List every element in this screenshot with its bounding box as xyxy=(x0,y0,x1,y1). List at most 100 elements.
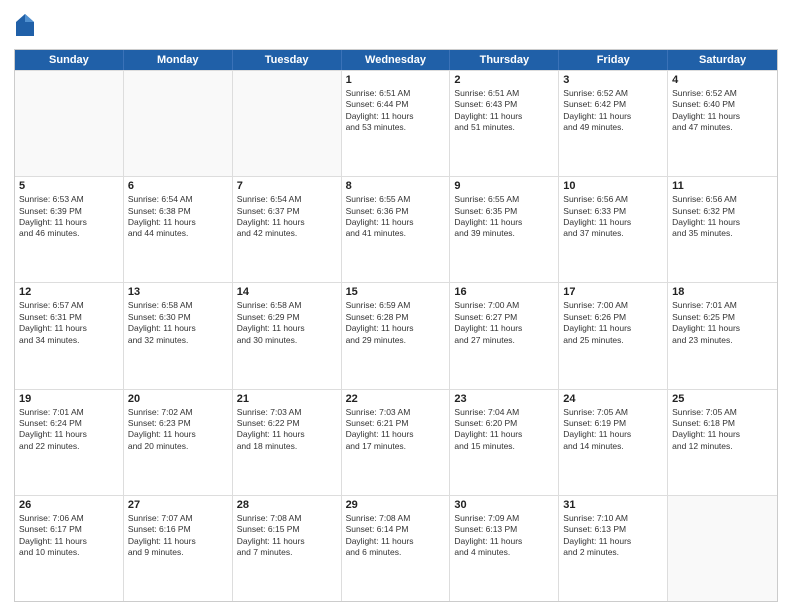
cell-info: Sunrise: 7:07 AM Sunset: 6:16 PM Dayligh… xyxy=(128,513,228,559)
calendar-row-0: 1 Sunrise: 6:51 AM Sunset: 6:44 PM Daylig… xyxy=(15,70,777,176)
day-number: 18 xyxy=(672,286,773,298)
calendar-header: SundayMondayTuesdayWednesdayThursdayFrid… xyxy=(15,50,777,70)
cell-info: Sunrise: 6:54 AM Sunset: 6:37 PM Dayligh… xyxy=(237,194,337,240)
cell-info: Sunrise: 7:08 AM Sunset: 6:14 PM Dayligh… xyxy=(346,513,446,559)
calendar-cell-26: 26 Sunrise: 7:06 AM Sunset: 6:17 PM Dayli… xyxy=(15,496,124,601)
calendar-cell-8: 8 Sunrise: 6:55 AM Sunset: 6:36 PM Daylig… xyxy=(342,177,451,282)
day-number: 15 xyxy=(346,286,446,298)
cell-info: Sunrise: 7:06 AM Sunset: 6:17 PM Dayligh… xyxy=(19,513,119,559)
cell-info: Sunrise: 7:05 AM Sunset: 6:18 PM Dayligh… xyxy=(672,407,773,453)
day-number: 2 xyxy=(454,74,554,86)
weekday-header-sunday: Sunday xyxy=(15,50,124,70)
calendar-cell-empty-0-2 xyxy=(233,71,342,176)
cell-info: Sunrise: 7:01 AM Sunset: 6:25 PM Dayligh… xyxy=(672,300,773,346)
calendar-cell-21: 21 Sunrise: 7:03 AM Sunset: 6:22 PM Dayli… xyxy=(233,390,342,495)
calendar-cell-17: 17Sunrise: 7:00 AM Sunset: 6:26 PM Dayli… xyxy=(559,283,668,388)
cell-info: Sunrise: 7:00 AM Sunset: 6:27 PM Dayligh… xyxy=(454,300,554,346)
cell-info: Sunrise: 7:04 AM Sunset: 6:20 PM Dayligh… xyxy=(454,407,554,453)
day-number: 4 xyxy=(672,74,773,86)
calendar-cell-empty-0-1 xyxy=(124,71,233,176)
calendar-cell-13: 13Sunrise: 6:58 AM Sunset: 6:30 PM Dayli… xyxy=(124,283,233,388)
calendar-cell-12: 12 Sunrise: 6:57 AM Sunset: 6:31 PM Dayli… xyxy=(15,283,124,388)
day-number: 12 xyxy=(19,286,119,298)
calendar-cell-empty-4-6 xyxy=(668,496,777,601)
calendar-cell-23: 23 Sunrise: 7:04 AM Sunset: 6:20 PM Dayli… xyxy=(450,390,559,495)
weekday-header-tuesday: Tuesday xyxy=(233,50,342,70)
cell-info: Sunrise: 6:57 AM Sunset: 6:31 PM Dayligh… xyxy=(19,300,119,346)
weekday-header-saturday: Saturday xyxy=(668,50,777,70)
day-number: 9 xyxy=(454,180,554,192)
weekday-header-thursday: Thursday xyxy=(450,50,559,70)
cell-info: Sunrise: 7:02 AM Sunset: 6:23 PM Dayligh… xyxy=(128,407,228,453)
cell-info: Sunrise: 7:03 AM Sunset: 6:22 PM Dayligh… xyxy=(237,407,337,453)
day-number: 28 xyxy=(237,499,337,511)
cell-info: Sunrise: 7:05 AM Sunset: 6:19 PM Dayligh… xyxy=(563,407,663,453)
cell-info: Sunrise: 6:55 AM Sunset: 6:35 PM Dayligh… xyxy=(454,194,554,240)
day-number: 29 xyxy=(346,499,446,511)
calendar-cell-3: 3Sunrise: 6:52 AM Sunset: 6:42 PM Daylig… xyxy=(559,71,668,176)
calendar-cell-16: 16Sunrise: 7:00 AM Sunset: 6:27 PM Dayli… xyxy=(450,283,559,388)
day-number: 13 xyxy=(128,286,228,298)
calendar-body: 1 Sunrise: 6:51 AM Sunset: 6:44 PM Daylig… xyxy=(15,70,777,601)
calendar-row-2: 12 Sunrise: 6:57 AM Sunset: 6:31 PM Dayli… xyxy=(15,282,777,388)
calendar-cell-11: 11 Sunrise: 6:56 AM Sunset: 6:32 PM Dayli… xyxy=(668,177,777,282)
calendar-cell-22: 22 Sunrise: 7:03 AM Sunset: 6:21 PM Dayli… xyxy=(342,390,451,495)
cell-info: Sunrise: 7:03 AM Sunset: 6:21 PM Dayligh… xyxy=(346,407,446,453)
calendar-cell-28: 28Sunrise: 7:08 AM Sunset: 6:15 PM Dayli… xyxy=(233,496,342,601)
calendar-cell-2: 2 Sunrise: 6:51 AM Sunset: 6:43 PM Daylig… xyxy=(450,71,559,176)
cell-info: Sunrise: 6:56 AM Sunset: 6:32 PM Dayligh… xyxy=(672,194,773,240)
day-number: 11 xyxy=(672,180,773,192)
day-number: 19 xyxy=(19,393,119,405)
calendar-row-1: 5 Sunrise: 6:53 AM Sunset: 6:39 PM Daylig… xyxy=(15,176,777,282)
cell-info: Sunrise: 6:52 AM Sunset: 6:42 PM Dayligh… xyxy=(563,88,663,134)
day-number: 8 xyxy=(346,180,446,192)
calendar-cell-18: 18 Sunrise: 7:01 AM Sunset: 6:25 PM Dayli… xyxy=(668,283,777,388)
calendar: SundayMondayTuesdayWednesdayThursdayFrid… xyxy=(14,49,778,602)
weekday-header-wednesday: Wednesday xyxy=(342,50,451,70)
day-number: 1 xyxy=(346,74,446,86)
cell-info: Sunrise: 6:55 AM Sunset: 6:36 PM Dayligh… xyxy=(346,194,446,240)
calendar-cell-empty-0-0 xyxy=(15,71,124,176)
day-number: 10 xyxy=(563,180,663,192)
calendar-cell-25: 25 Sunrise: 7:05 AM Sunset: 6:18 PM Dayli… xyxy=(668,390,777,495)
calendar-cell-10: 10 Sunrise: 6:56 AM Sunset: 6:33 PM Dayli… xyxy=(559,177,668,282)
day-number: 30 xyxy=(454,499,554,511)
cell-info: Sunrise: 6:51 AM Sunset: 6:43 PM Dayligh… xyxy=(454,88,554,134)
day-number: 22 xyxy=(346,393,446,405)
day-number: 26 xyxy=(19,499,119,511)
calendar-cell-14: 14 Sunrise: 6:58 AM Sunset: 6:29 PM Dayli… xyxy=(233,283,342,388)
day-number: 27 xyxy=(128,499,228,511)
day-number: 25 xyxy=(672,393,773,405)
calendar-cell-1: 1 Sunrise: 6:51 AM Sunset: 6:44 PM Daylig… xyxy=(342,71,451,176)
calendar-cell-20: 20Sunrise: 7:02 AM Sunset: 6:23 PM Dayli… xyxy=(124,390,233,495)
cell-info: Sunrise: 6:59 AM Sunset: 6:28 PM Dayligh… xyxy=(346,300,446,346)
calendar-cell-7: 7 Sunrise: 6:54 AM Sunset: 6:37 PM Daylig… xyxy=(233,177,342,282)
calendar-cell-19: 19 Sunrise: 7:01 AM Sunset: 6:24 PM Dayli… xyxy=(15,390,124,495)
header xyxy=(14,10,778,41)
cell-info: Sunrise: 6:58 AM Sunset: 6:29 PM Dayligh… xyxy=(237,300,337,346)
weekday-header-monday: Monday xyxy=(124,50,233,70)
cell-info: Sunrise: 6:56 AM Sunset: 6:33 PM Dayligh… xyxy=(563,194,663,240)
calendar-cell-5: 5 Sunrise: 6:53 AM Sunset: 6:39 PM Daylig… xyxy=(15,177,124,282)
day-number: 5 xyxy=(19,180,119,192)
calendar-cell-29: 29 Sunrise: 7:08 AM Sunset: 6:14 PM Dayli… xyxy=(342,496,451,601)
day-number: 17 xyxy=(563,286,663,298)
cell-info: Sunrise: 6:52 AM Sunset: 6:40 PM Dayligh… xyxy=(672,88,773,134)
calendar-cell-24: 24 Sunrise: 7:05 AM Sunset: 6:19 PM Dayli… xyxy=(559,390,668,495)
cell-info: Sunrise: 6:51 AM Sunset: 6:44 PM Dayligh… xyxy=(346,88,446,134)
calendar-cell-15: 15 Sunrise: 6:59 AM Sunset: 6:28 PM Dayli… xyxy=(342,283,451,388)
day-number: 14 xyxy=(237,286,337,298)
calendar-cell-27: 27 Sunrise: 7:07 AM Sunset: 6:16 PM Dayli… xyxy=(124,496,233,601)
day-number: 23 xyxy=(454,393,554,405)
calendar-row-3: 19 Sunrise: 7:01 AM Sunset: 6:24 PM Dayli… xyxy=(15,389,777,495)
calendar-cell-31: 31Sunrise: 7:10 AM Sunset: 6:13 PM Dayli… xyxy=(559,496,668,601)
calendar-cell-6: 6Sunrise: 6:54 AM Sunset: 6:38 PM Daylig… xyxy=(124,177,233,282)
calendar-cell-4: 4 Sunrise: 6:52 AM Sunset: 6:40 PM Daylig… xyxy=(668,71,777,176)
day-number: 7 xyxy=(237,180,337,192)
day-number: 21 xyxy=(237,393,337,405)
calendar-cell-9: 9 Sunrise: 6:55 AM Sunset: 6:35 PM Daylig… xyxy=(450,177,559,282)
day-number: 24 xyxy=(563,393,663,405)
day-number: 31 xyxy=(563,499,663,511)
cell-info: Sunrise: 6:53 AM Sunset: 6:39 PM Dayligh… xyxy=(19,194,119,240)
cell-info: Sunrise: 7:01 AM Sunset: 6:24 PM Dayligh… xyxy=(19,407,119,453)
